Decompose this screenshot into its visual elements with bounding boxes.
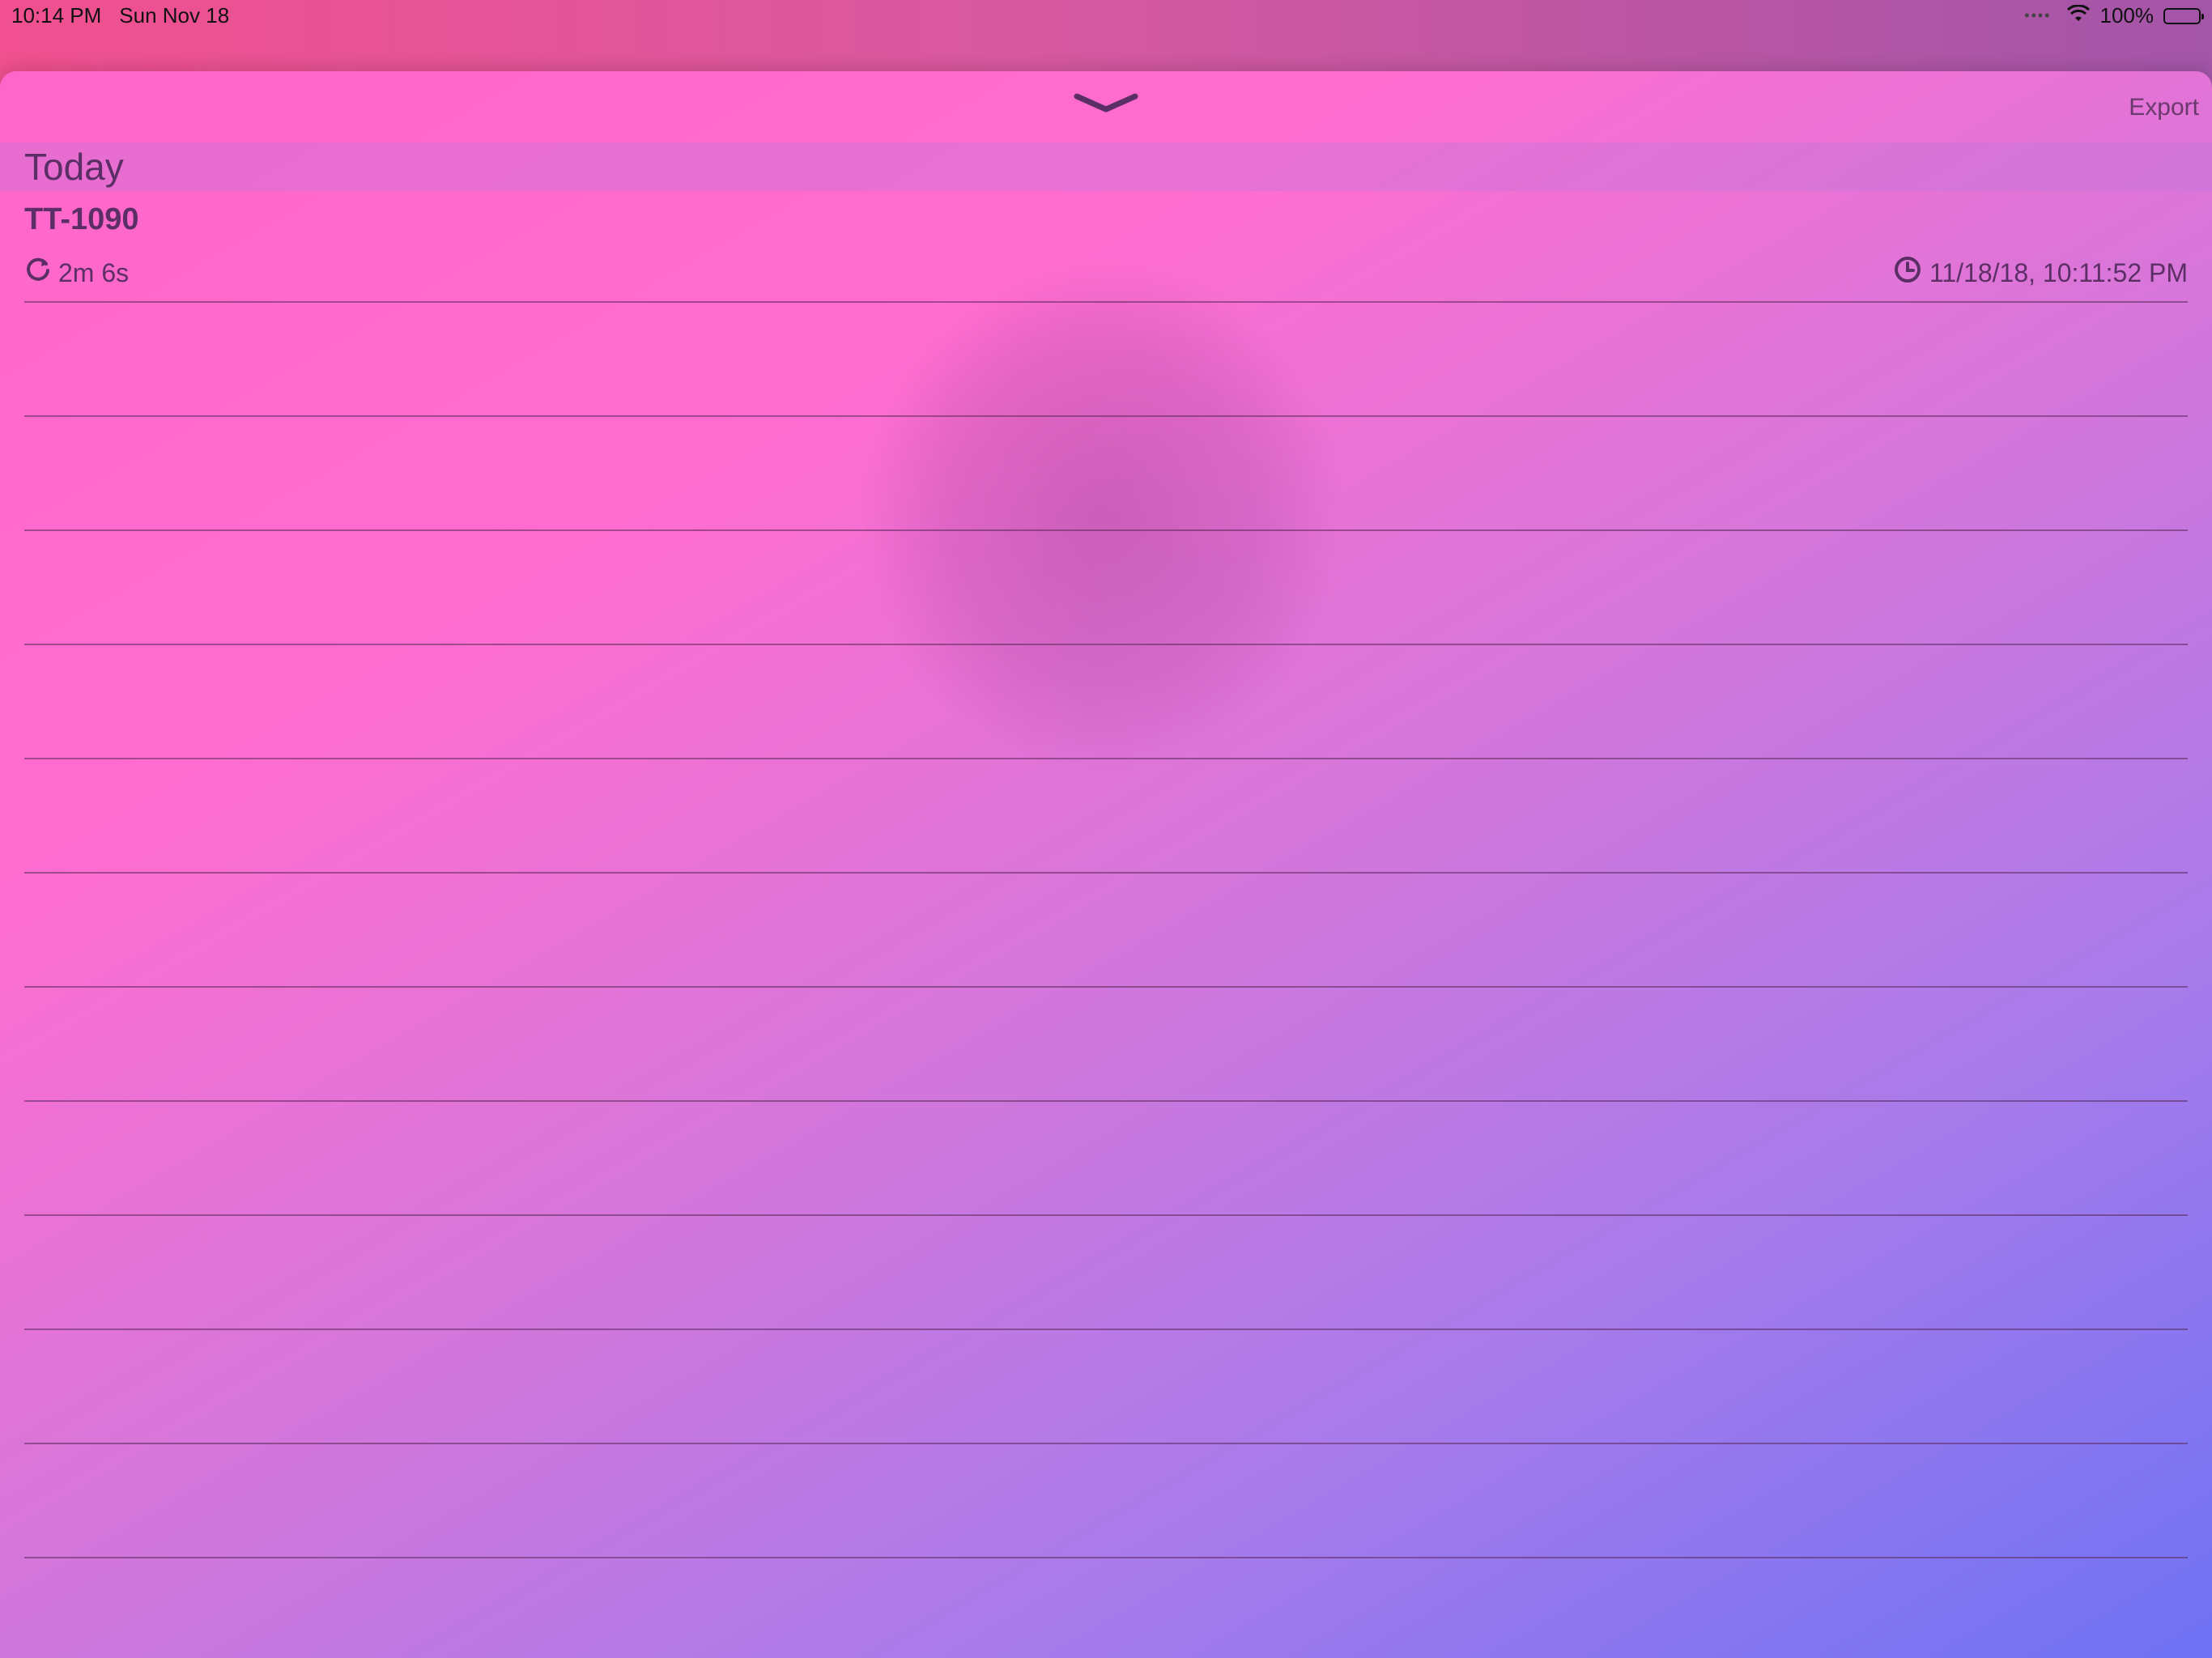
entry-duration: 2m 6s: [24, 256, 129, 290]
status-date: Sun Nov 18: [119, 3, 230, 28]
chevron-down-icon[interactable]: [1074, 87, 1138, 120]
status-left: 10:14 PM Sun Nov 18: [11, 3, 229, 28]
battery-icon: [2163, 7, 2204, 24]
signal-dots-icon: ••••: [2024, 7, 2052, 23]
battery-percent: 100%: [2099, 3, 2155, 28]
blurred-background-orb: [858, 257, 1344, 776]
history-entry[interactable]: TT-1090 2m 6s 11/18/18, 10:11:52 PM: [24, 193, 2188, 301]
wifi-icon: [2066, 3, 2091, 28]
row-divider: [24, 415, 2188, 417]
row-divider: [24, 1214, 2188, 1216]
refresh-icon: [24, 256, 52, 290]
entry-duration-text: 2m 6s: [58, 257, 130, 287]
sheet-header: Export: [0, 71, 2212, 142]
row-divider: [24, 644, 2188, 645]
history-sheet: Export Today TT-1090 2m 6s 11/18/18, 10:…: [0, 71, 2212, 1658]
row-divider: [24, 1100, 2188, 1102]
row-divider: [24, 1329, 2188, 1330]
row-divider: [24, 872, 2188, 874]
row-divider: [24, 529, 2188, 531]
row-divider: [24, 758, 2188, 759]
entry-timestamp-text: 11/18/18, 10:11:52 PM: [1929, 257, 2188, 287]
status-right: •••• 100%: [2024, 3, 2204, 28]
clock-icon: [1894, 256, 1921, 290]
section-header-today: Today: [0, 142, 2212, 191]
row-divider: [24, 986, 2188, 988]
entry-timestamp: 11/18/18, 10:11:52 PM: [1894, 256, 2188, 290]
row-divider: [24, 1443, 2188, 1444]
row-divider: [24, 301, 2188, 303]
entry-title: TT-1090: [24, 202, 139, 236]
row-divider: [24, 1557, 2188, 1558]
export-button[interactable]: Export: [2129, 94, 2199, 121]
status-time: 10:14 PM: [11, 3, 102, 28]
status-bar: 10:14 PM Sun Nov 18 •••• 100%: [0, 0, 2212, 71]
